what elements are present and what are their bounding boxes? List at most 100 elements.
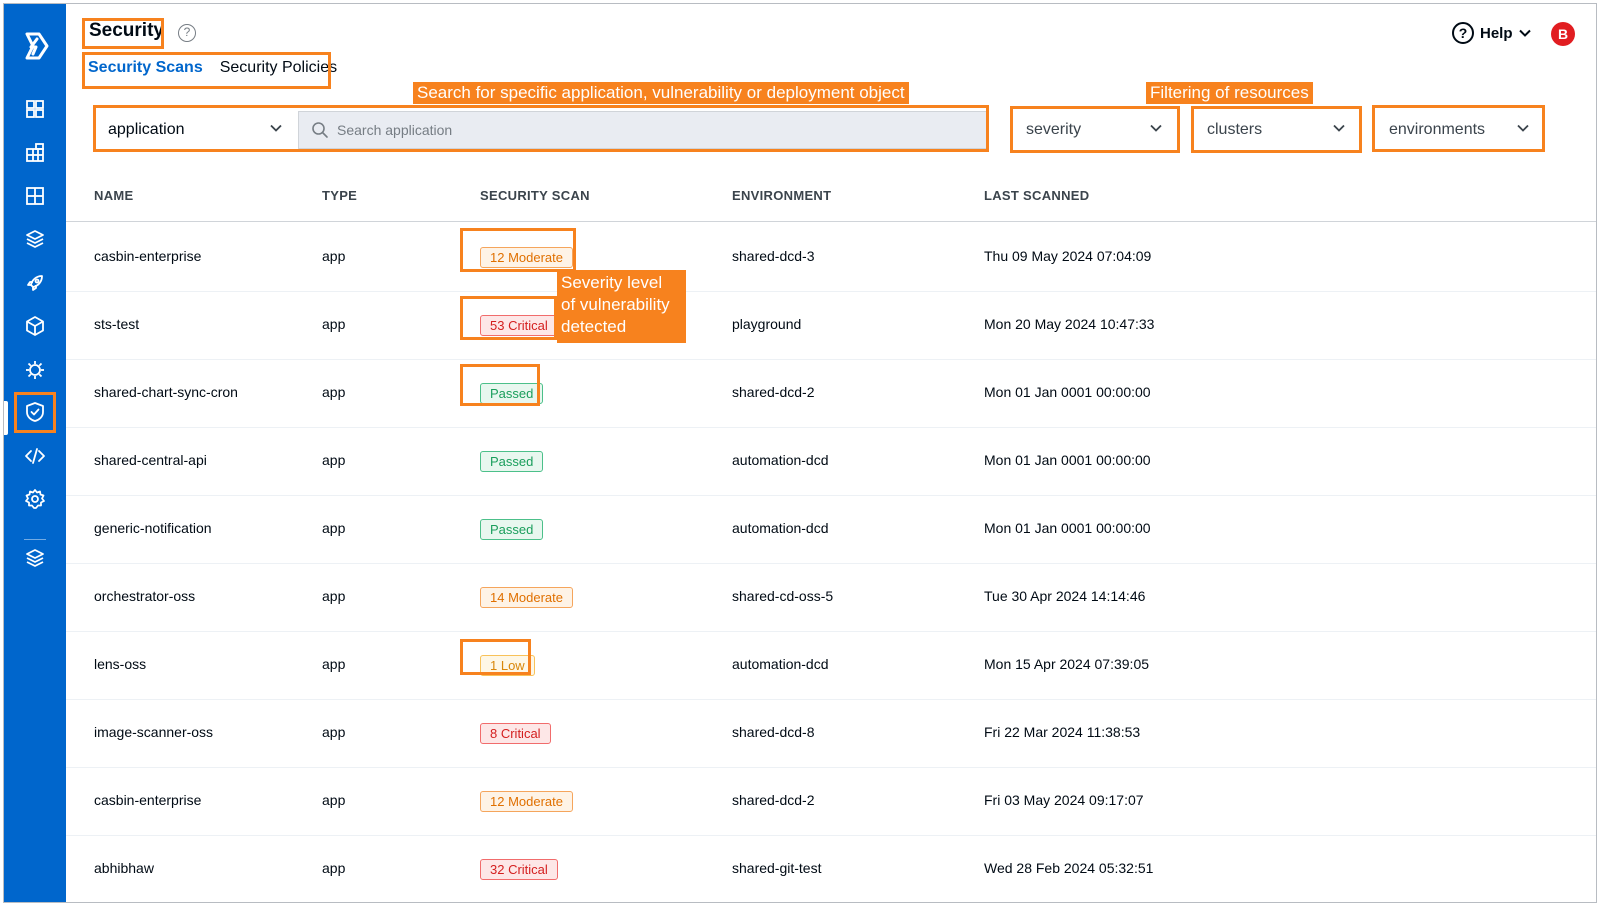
last-scanned: Mon 01 Jan 0001 00:00:00 — [984, 384, 1151, 400]
severity-badge[interactable]: 12 Moderate — [480, 791, 573, 812]
severity-badge[interactable]: 12 Moderate — [480, 247, 573, 268]
chevron-down-icon — [1517, 124, 1529, 132]
environment-name: shared-dcd-2 — [732, 384, 815, 400]
app-type: app — [322, 452, 346, 468]
security-scan-cell: 53 Critical — [480, 315, 558, 337]
severity-badge[interactable]: Passed — [480, 519, 544, 540]
table-row[interactable]: shared-chart-sync-cron app Passed shared-dc… — [66, 359, 1596, 428]
column-header-security-scan[interactable]: SECURITY SCAN — [480, 188, 590, 203]
help-icon: ? — [1452, 22, 1474, 44]
environment-name: shared-git-test — [732, 860, 822, 876]
table-row[interactable]: abhibhaw app 32 Critical shared-git-test Wed… — [66, 835, 1596, 902]
security-scan-cell: Passed — [480, 383, 544, 405]
app-name[interactable]: casbin-enterprise — [94, 792, 201, 808]
app-type: app — [322, 384, 346, 400]
column-header-type[interactable]: TYPE — [322, 188, 357, 203]
shield-icon[interactable] — [24, 401, 46, 423]
app-name[interactable]: lens-oss — [94, 656, 146, 672]
column-header-last-scanned[interactable]: LAST SCANNED — [984, 188, 1089, 203]
last-scanned: Mon 01 Jan 0001 00:00:00 — [984, 520, 1151, 536]
table-row[interactable]: casbin-enterprise app 12 Moderate shared-dc… — [66, 767, 1596, 836]
stack-icon[interactable] — [24, 228, 46, 250]
question-circle-icon[interactable]: ? — [178, 24, 196, 42]
app-type: app — [322, 316, 346, 332]
app-name[interactable]: abhibhaw — [94, 860, 154, 876]
environment-name: shared-dcd-8 — [732, 724, 815, 740]
layers-icon[interactable] — [24, 547, 46, 569]
severity-filter-label: severity — [1026, 121, 1082, 138]
app-name[interactable]: sts-test — [94, 316, 139, 332]
tab-bar: Security Scans Security Policies — [88, 59, 337, 77]
table-row[interactable]: sts-test app 53 Critical playground Mon 20 M… — [66, 291, 1596, 360]
annotation-label-severity: Severity level of vulnerability detected — [557, 270, 686, 343]
app-name[interactable]: casbin-enterprise — [94, 248, 201, 264]
chevron-down-icon — [270, 124, 282, 132]
app-groups-icon[interactable] — [24, 185, 46, 207]
environments-filter[interactable]: environments — [1379, 111, 1543, 149]
severity-filter[interactable]: severity — [1016, 111, 1176, 149]
severity-badge[interactable]: 8 Critical — [480, 723, 551, 744]
annotation-label-search: Search for specific application, vulnera… — [413, 82, 909, 104]
chevron-down-icon — [1518, 29, 1531, 37]
annotation-severity-line3: detected — [561, 317, 627, 336]
search-input[interactable]: Search application — [298, 111, 988, 149]
environment-name: shared-cd-oss-5 — [732, 588, 834, 604]
app-name[interactable]: image-scanner-oss — [94, 724, 213, 740]
environment-name: automation-dcd — [732, 452, 829, 468]
security-scan-cell: 12 Moderate — [480, 791, 573, 813]
environment-name: automation-dcd — [732, 520, 829, 536]
column-header-environment[interactable]: ENVIRONMENT — [732, 188, 831, 203]
environment-name: automation-dcd — [732, 656, 829, 672]
tab-security-policies[interactable]: Security Policies — [220, 59, 337, 77]
last-scanned: Mon 20 May 2024 10:47:33 — [984, 316, 1155, 332]
app-type: app — [322, 656, 346, 672]
package-icon[interactable] — [24, 315, 46, 337]
table-row[interactable]: orchestrator-oss app 14 Moderate shared-cd-… — [66, 563, 1596, 632]
table-row[interactable]: shared-central-api app Passed automation-dc… — [66, 427, 1596, 496]
app-name[interactable]: generic-notification — [94, 520, 212, 536]
search-scope-select[interactable]: application — [98, 111, 298, 149]
severity-badge[interactable]: Passed — [480, 383, 544, 404]
avatar[interactable]: B — [1551, 22, 1575, 46]
table-row[interactable]: casbin-enterprise app 12 Moderate shared-dc… — [66, 223, 1596, 292]
environment-name: playground — [732, 316, 802, 332]
annotation-severity-line1: Severity level — [561, 273, 663, 292]
security-scan-cell: 1 Low — [480, 655, 535, 677]
annotation-label-filtering: Filtering of resources — [1146, 82, 1313, 104]
sidebar — [4, 4, 66, 902]
environment-name: shared-dcd-3 — [732, 248, 815, 264]
logo-icon[interactable] — [19, 30, 51, 62]
chart-store-icon[interactable] — [24, 142, 46, 164]
app-grid-icon[interactable] — [24, 98, 46, 120]
table-header: NAME TYPE SECURITY SCAN ENVIRONMENT LAST… — [66, 180, 1596, 222]
app-name[interactable]: orchestrator-oss — [94, 588, 195, 604]
severity-badge[interactable]: 53 Critical — [480, 315, 558, 336]
table-row[interactable]: image-scanner-oss app 8 Critical shared-dcd… — [66, 699, 1596, 768]
column-header-name[interactable]: NAME — [94, 188, 133, 203]
environments-filter-label: environments — [1389, 121, 1486, 138]
app-type: app — [322, 724, 346, 740]
clusters-filter[interactable]: clusters — [1197, 111, 1359, 149]
last-scanned: Fri 03 May 2024 09:17:07 — [984, 792, 1144, 808]
bug-icon[interactable] — [24, 359, 46, 381]
table-row[interactable]: generic-notification app Passed automation-… — [66, 495, 1596, 564]
security-scan-cell: 12 Moderate — [480, 247, 573, 269]
app-name[interactable]: shared-central-api — [94, 452, 207, 468]
last-scanned: Mon 01 Jan 0001 00:00:00 — [984, 452, 1151, 468]
severity-badge[interactable]: 14 Moderate — [480, 587, 573, 608]
app-type: app — [322, 520, 346, 536]
table-row[interactable]: lens-oss app 1 Low automation-dcd Mon 15 Apr… — [66, 631, 1596, 700]
page-title: Security — [89, 20, 164, 41]
severity-badge[interactable]: 1 Low — [480, 655, 535, 676]
help-button[interactable]: ? Help — [1452, 22, 1531, 44]
app-name[interactable]: shared-chart-sync-cron — [94, 384, 238, 400]
code-icon[interactable] — [24, 445, 46, 467]
gear-icon[interactable] — [24, 488, 46, 510]
search-scope-value: application — [108, 121, 185, 138]
security-scan-cell: Passed — [480, 451, 544, 473]
severity-badge[interactable]: 32 Critical — [480, 859, 558, 880]
tab-security-scans[interactable]: Security Scans — [88, 59, 203, 77]
rocket-icon[interactable] — [24, 272, 46, 294]
help-label: Help — [1480, 24, 1513, 42]
severity-badge[interactable]: Passed — [480, 451, 544, 472]
